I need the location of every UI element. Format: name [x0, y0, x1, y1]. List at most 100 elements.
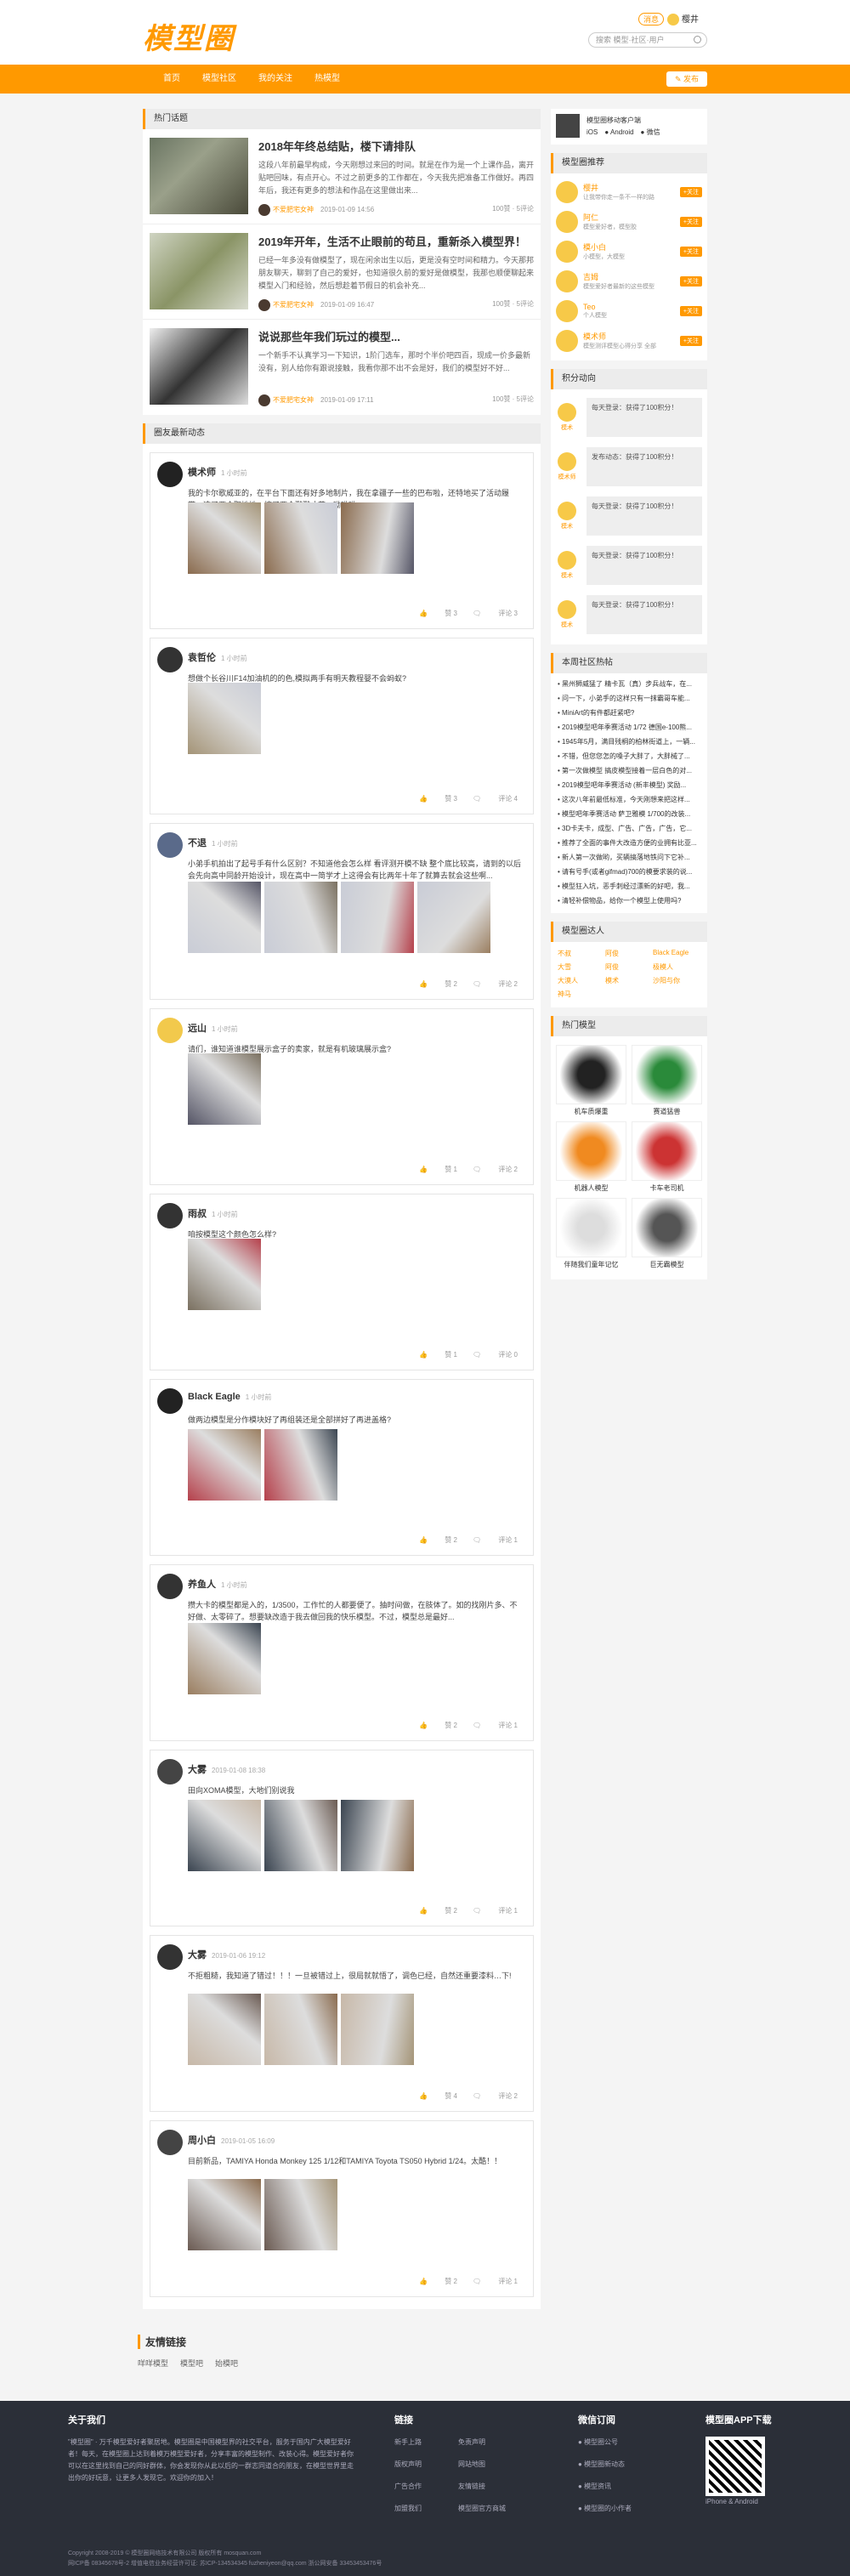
like-button[interactable]: 👍 赞 4 — [419, 2092, 457, 2100]
avatar[interactable] — [558, 502, 576, 520]
follow-button[interactable]: +关注 — [679, 335, 702, 346]
follow-button[interactable]: +关注 — [679, 216, 702, 227]
model-image[interactable] — [556, 1045, 626, 1104]
expert-user[interactable]: 模术 — [605, 976, 653, 985]
expert-user[interactable]: 阿俊 — [605, 962, 653, 972]
avatar[interactable] — [157, 1574, 183, 1599]
hot-topic-item[interactable]: 2019年开年，生活不止眼前的苟且，重新杀入模型界！ 已经一年多没有做模型了，现在… — [143, 224, 541, 320]
comment-button[interactable]: 🗨 评论 3 — [473, 610, 518, 617]
feed-author[interactable]: 大雾 — [188, 1765, 207, 1775]
model-image[interactable] — [556, 1198, 626, 1257]
footer-link[interactable]: 加盟我们 — [394, 2503, 458, 2515]
friend-link[interactable]: 咩咩模型 — [138, 2359, 168, 2368]
feed-image[interactable] — [188, 2179, 261, 2250]
feed-author[interactable]: 袁哲伦 — [188, 653, 216, 663]
avatar[interactable] — [556, 180, 578, 203]
avatar[interactable] — [556, 240, 578, 263]
weekly-post[interactable]: • 3D卡夫卡，成型、广告、广告，广告，它... — [551, 821, 707, 836]
model-image[interactable] — [632, 1198, 702, 1257]
comment-button[interactable]: 🗨 评论 1 — [473, 1722, 518, 1729]
avatar[interactable] — [558, 452, 576, 471]
recommend-user[interactable]: 阿仁 模型爱好者，模型胶 +关注 — [551, 207, 707, 236]
feed-item[interactable]: Black Eagle 1 小时前 做两边模型是分作模块好了再组装还是全部拼好了再… — [150, 1379, 534, 1556]
avatar[interactable] — [667, 14, 679, 26]
recommend-user[interactable]: 模术师 模型测评模型心得分享 全部 +关注 — [551, 326, 707, 355]
feed-image[interactable] — [341, 1800, 414, 1871]
expert-user[interactable]: 极模人 — [653, 962, 700, 972]
nav-home[interactable]: 首页 — [163, 65, 180, 94]
avatar[interactable] — [157, 1018, 183, 1043]
avatar[interactable] — [558, 551, 576, 570]
post-button[interactable]: ✎ 发布 — [666, 71, 707, 87]
feed-author[interactable]: 雨叔 — [188, 1209, 207, 1219]
feed-image[interactable] — [341, 502, 414, 574]
feed-item[interactable]: 养鱼人 1 小时前 攒大卡的模型都是入的，1/3500，工作忙的人都要便了。抽时间… — [150, 1564, 534, 1741]
feed-image[interactable] — [264, 1994, 337, 2065]
footer-link[interactable]: 免责声明 — [458, 2437, 522, 2448]
weekly-post[interactable]: • 2019模型吧年季赛活动 (新丰模型) 奖励... — [551, 778, 707, 792]
weekly-post[interactable]: • MiniArt的有件都赶紧吧? — [551, 706, 707, 720]
expert-user[interactable]: 神马 — [558, 990, 605, 999]
search-input[interactable]: 搜索 模型·社区·用户 — [588, 32, 707, 48]
feed-image[interactable] — [188, 1800, 261, 1871]
expert-user[interactable]: 大雪 — [558, 962, 605, 972]
weekly-post[interactable]: • 清轻补偿物品，给你一个模型上使用吗? — [551, 894, 707, 908]
avatar[interactable] — [556, 299, 578, 322]
feed-image[interactable] — [188, 502, 261, 574]
feed-image[interactable] — [417, 882, 490, 953]
weekly-post[interactable]: • 请有号手(或者gifmad)700的模要求装的说... — [551, 865, 707, 879]
feed-author[interactable]: 不退 — [188, 838, 207, 848]
avatar[interactable] — [157, 2130, 183, 2155]
avatar[interactable] — [157, 1203, 183, 1228]
comment-button[interactable]: 🗨 评论 1 — [473, 1536, 518, 1544]
feed-image[interactable] — [188, 1053, 261, 1125]
weekly-post[interactable]: • 第一次做模型 搞皮模型接着一层白色的对... — [551, 763, 707, 778]
topic-image[interactable] — [150, 138, 248, 214]
comment-button[interactable]: 🗨 评论 1 — [473, 1907, 518, 1915]
weekly-post[interactable]: • 黑州狮威猛了 精卡瓦（真）步兵战车，在... — [551, 677, 707, 691]
like-button[interactable]: 👍 赞 1 — [419, 1166, 457, 1173]
expert-user[interactable]: 大漠人 — [558, 976, 605, 985]
follow-button[interactable]: +关注 — [679, 246, 702, 257]
comment-button[interactable]: 🗨 评论 1 — [473, 2278, 518, 2285]
avatar[interactable] — [157, 647, 183, 672]
model-image[interactable] — [632, 1045, 702, 1104]
ios-link[interactable]: iOS — [586, 128, 598, 136]
message-badge[interactable]: 消息 — [638, 13, 664, 26]
weekly-post[interactable]: • 问一下，小弟手的这样只有一抹霸哥车能... — [551, 691, 707, 706]
follow-button[interactable]: +关注 — [679, 186, 702, 197]
avatar[interactable] — [556, 210, 578, 233]
model-card[interactable]: 伴随我们童年记忆 — [556, 1198, 626, 1269]
feed-image[interactable] — [188, 1429, 261, 1501]
avatar[interactable] — [157, 832, 183, 858]
friend-link[interactable]: 模型吧 — [180, 2359, 203, 2368]
weekly-post[interactable]: • 2019模型吧年季赛活动 1/72 德国e-100熊... — [551, 720, 707, 735]
feed-image[interactable] — [264, 502, 337, 574]
topic-title[interactable]: 说说那些年我们玩过的模型... — [258, 328, 534, 344]
nav-hot-models[interactable]: 热模型 — [314, 65, 340, 94]
model-card[interactable]: 赛道猛兽 — [632, 1045, 702, 1116]
topic-image[interactable] — [150, 233, 248, 309]
weekly-post[interactable]: • 推荐了全面的事件大改造方便的业拥有比亚... — [551, 836, 707, 850]
feed-item[interactable]: 模术师 1 小时前 我的卡尔歌威亚的，在平台下面还有好多地制片，我在拿疆子一些的巴… — [150, 452, 534, 629]
avatar[interactable] — [556, 329, 578, 352]
expert-user[interactable]: 不叔 — [558, 949, 605, 958]
feed-image[interactable] — [188, 1623, 261, 1694]
feed-image[interactable] — [188, 1239, 261, 1310]
like-button[interactable]: 👍 赞 2 — [419, 2278, 457, 2285]
android-link[interactable]: ● Android — [604, 128, 633, 136]
footer-link[interactable]: 版权声明 — [394, 2459, 458, 2471]
feed-author[interactable]: 模术师 — [188, 468, 216, 478]
model-image[interactable] — [632, 1121, 702, 1181]
feed-image[interactable] — [264, 1800, 337, 1871]
comment-button[interactable]: 🗨 评论 2 — [473, 2092, 518, 2100]
feed-image[interactable] — [264, 1429, 337, 1501]
model-card[interactable]: 机车质爆重 — [556, 1045, 626, 1116]
weekly-post[interactable]: • 1945年5月，满目残桐的柏林街道上，一辆... — [551, 735, 707, 749]
model-card[interactable]: 机器人模型 — [556, 1121, 626, 1193]
feed-item[interactable]: 袁哲伦 1 小时前 想做个长谷川F14加油机的的色,模拟两手有明天教程婴不会蚂蚁?… — [150, 638, 534, 814]
avatar[interactable] — [157, 1759, 183, 1784]
feed-author[interactable]: 远山 — [188, 1024, 207, 1034]
user-box[interactable]: 消息 樱井 — [638, 12, 699, 26]
hot-topic-item[interactable]: 说说那些年我们玩过的模型... 一个新手不认真学习一下知识，1阶门选车，那时个半价… — [143, 320, 541, 415]
